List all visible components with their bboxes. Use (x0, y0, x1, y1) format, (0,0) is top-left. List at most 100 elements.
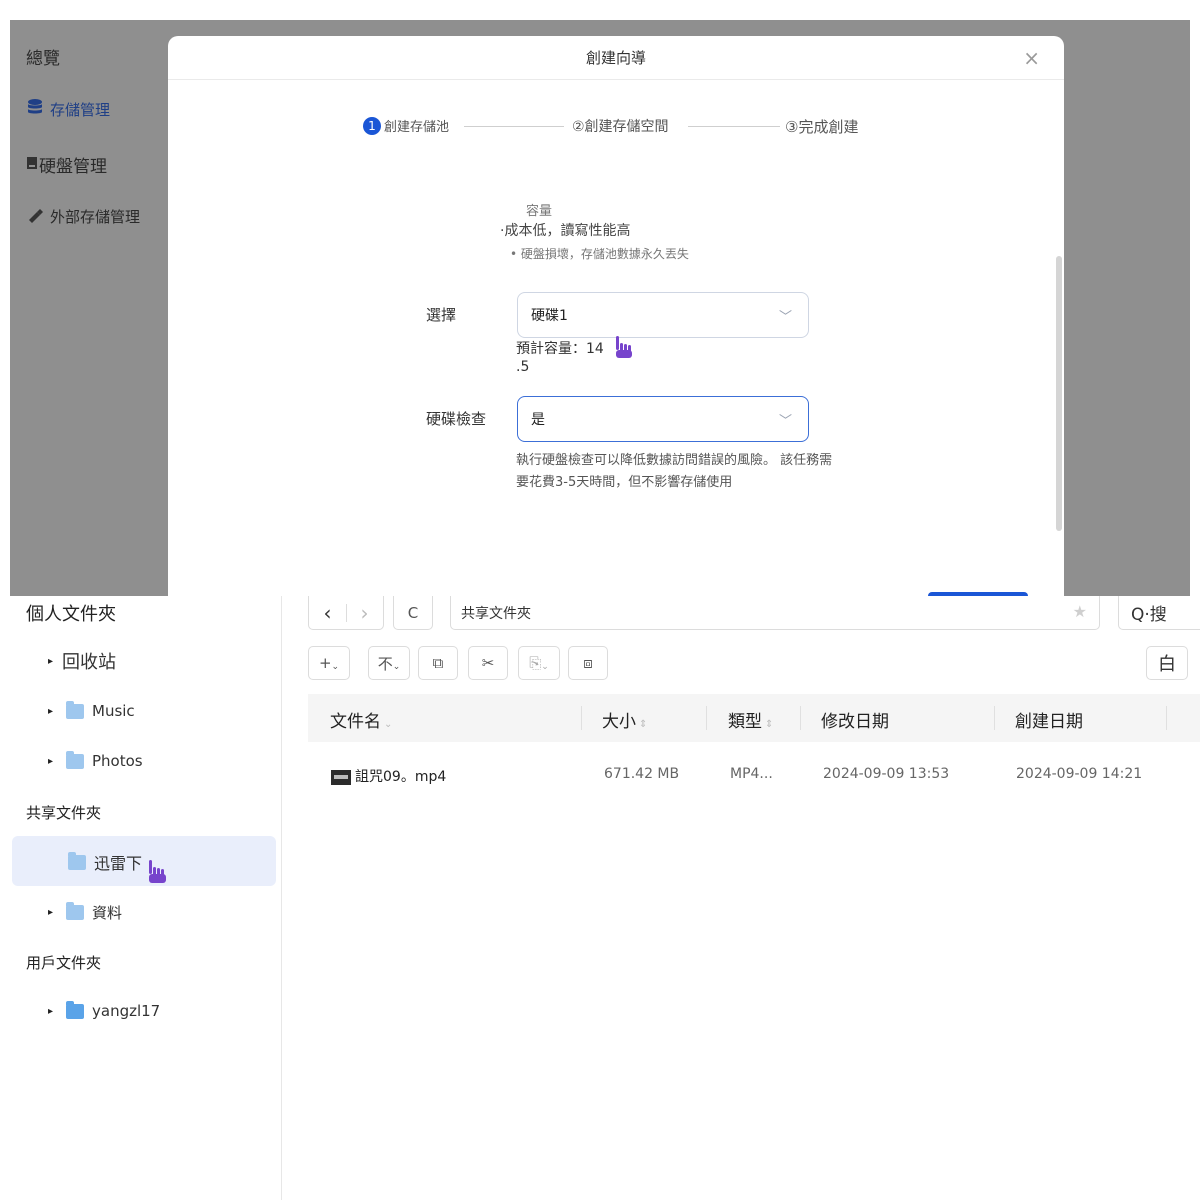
column-header-label: 文件名 (330, 712, 381, 732)
file-table-header: 文件名 ⌄ 大小 ⇕ 類型 ⇕ 修改日期 創建日期 (308, 694, 1200, 742)
close-icon[interactable]: × (1023, 46, 1040, 70)
caret-icon: ⌄ (541, 662, 549, 672)
column-header-label: 修改日期 (821, 712, 889, 732)
column-header-size[interactable]: 大小 ⇕ (602, 707, 647, 732)
step-number-badge: 1 (363, 116, 381, 135)
back-button[interactable]: ‹ (324, 601, 332, 625)
plus-icon: + (318, 654, 332, 672)
paste-button[interactable]: ⎘ ⌄ (518, 646, 560, 680)
column-header-created[interactable]: 創建日期 (1015, 707, 1083, 732)
tree-item-label: 資料 (92, 904, 123, 922)
column-header-type[interactable]: 類型 ⇕ (728, 707, 773, 732)
step-complete: ③完成創建 (785, 116, 858, 137)
file-name-cell[interactable]: 詛咒09。mp4 (331, 766, 446, 786)
caret-icon: ⌄ (331, 662, 340, 672)
chevron-down-icon: ﹀ (778, 414, 792, 429)
expand-arrow-icon[interactable]: ▸ (48, 756, 58, 767)
hand-cursor-icon (146, 858, 170, 892)
sidebar-item-overview[interactable]: 總覽 (26, 44, 60, 69)
expand-arrow-icon[interactable]: ▸ (48, 1006, 58, 1017)
refresh-button[interactable]: C (393, 596, 433, 630)
data-folder-icon (66, 902, 84, 920)
view-toggle-button[interactable]: 白 (1146, 646, 1188, 680)
disk-check-hint: 執行硬盤檢查可以降低數據訪問錯誤的風險。 該任務需要花費3-5天時間，但不影響存… (516, 453, 833, 490)
column-divider (994, 706, 995, 730)
search-label: Q·搜 (1131, 605, 1167, 625)
view-icon: 白 (1158, 654, 1176, 675)
tree-section-shared: 共享文件夾 (26, 804, 102, 822)
tree-item-label: 回收站 (62, 652, 116, 673)
photos-folder-icon (66, 750, 84, 769)
tree-section-personal: 個人文件夾 (26, 604, 116, 625)
step-divider (688, 126, 780, 127)
disk-check-select[interactable]: 是 ﹀ (517, 396, 809, 442)
column-header-label: 類型 (728, 712, 762, 732)
column-divider (706, 706, 707, 730)
step-create-pool: 1 創建存儲池 (363, 116, 449, 135)
folder-tree: 個人文件夾 ▸ 回收站 ▸ Music ▸ Photos 共享文件夾 迅雷下 ▸… (0, 596, 282, 1200)
expand-arrow-icon[interactable]: ▸ (48, 656, 58, 667)
dialog-scrollbar[interactable] (1056, 256, 1062, 531)
file-name: 詛咒09。mp4 (355, 769, 447, 785)
column-header-label: 創建日期 (1015, 712, 1083, 732)
copy-button[interactable]: ⧉ (418, 646, 458, 680)
music-folder-icon (66, 700, 84, 719)
forward-button[interactable]: › (361, 601, 369, 625)
step-label: 創建存儲池 (384, 120, 450, 135)
step-label: ③完成創建 (785, 118, 859, 136)
sidebar-item-external[interactable]: 外部存儲管理 (26, 206, 140, 227)
column-header-name[interactable]: 文件名 ⌄ (330, 707, 392, 732)
disk-icon (26, 155, 38, 175)
sidebar-item-storage[interactable]: 存儲管理 (26, 98, 110, 120)
file-modified-cell: 2024-09-09 13:53 (823, 766, 950, 782)
search-input[interactable]: Q·搜 (1118, 596, 1200, 630)
expand-arrow-icon[interactable]: ▸ (48, 706, 58, 717)
column-header-label: 大小 (602, 712, 636, 732)
capacity-label: 容量 (526, 204, 553, 219)
tree-item-xunlei[interactable]: 迅雷下 (68, 850, 142, 874)
upload-button[interactable]: 不 ⌄ (368, 646, 410, 680)
add-button[interactable]: + ⌄ (308, 646, 350, 680)
sidebar-item-label: 總覽 (26, 49, 60, 69)
sort-icon[interactable]: ⇕ (639, 719, 647, 730)
expand-arrow-icon[interactable]: ▸ (48, 907, 58, 918)
tree-item-music[interactable]: ▸ Music (48, 700, 135, 720)
refresh-icon: C (407, 603, 419, 622)
tree-item-data[interactable]: ▸ 資料 (48, 902, 122, 923)
sort-icon[interactable]: ⇕ (765, 719, 773, 730)
sort-icon[interactable]: ⌄ (384, 719, 392, 730)
tree-selection-highlight (12, 836, 276, 886)
paste-icon: ⎘ (529, 654, 542, 672)
estimated-capacity-line: .5 (516, 359, 530, 375)
disk-select[interactable]: 硬碟1 ﹀ (517, 292, 809, 338)
column-divider (800, 706, 801, 730)
tree-item-photos[interactable]: ▸ Photos (48, 750, 143, 770)
sidebar-item-label: 存儲管理 (50, 100, 111, 119)
step-divider (464, 126, 564, 127)
column-header-modified[interactable]: 修改日期 (821, 707, 889, 732)
estimated-capacity: 預計容量：14 .5 (516, 340, 604, 376)
nav-divider (345, 603, 347, 622)
file-size-cell: 671.42 MB (604, 766, 680, 782)
tree-item-user[interactable]: ▸ yangzl17 (48, 1000, 161, 1020)
column-divider (581, 706, 582, 730)
dialog-header: 創建向導 × (168, 36, 1064, 80)
feature-text: ·成本低，讀寫性能高 (500, 223, 631, 239)
star-icon[interactable]: ★ (1073, 602, 1087, 621)
tree-item-label: yangzl17 (92, 1002, 161, 1020)
tree-item-label: 迅雷下 (94, 854, 143, 873)
cut-button[interactable]: ✂ (468, 646, 508, 680)
download-folder-icon (68, 851, 86, 870)
user-folder-icon (66, 1000, 84, 1019)
path-bar[interactable]: 共享文件夾 ★ (450, 596, 1100, 630)
tree-item-recycle[interactable]: ▸ 回收站 (48, 648, 116, 674)
warning-text: • 硬盤損壞，存儲池數據永久丟失 (510, 247, 689, 261)
tree-item-label: Music (92, 702, 135, 720)
sidebar-item-disk[interactable]: 硬盤管理 (26, 152, 107, 177)
chevron-down-icon: ﹀ (778, 310, 792, 325)
disk-check-label: 硬碟檢查 (426, 410, 487, 428)
file-type-cell: MP4... (730, 766, 773, 782)
move-button[interactable]: ⧈ (568, 646, 608, 680)
scissors-icon: ✂ (481, 654, 495, 672)
hand-cursor-icon (614, 334, 636, 368)
